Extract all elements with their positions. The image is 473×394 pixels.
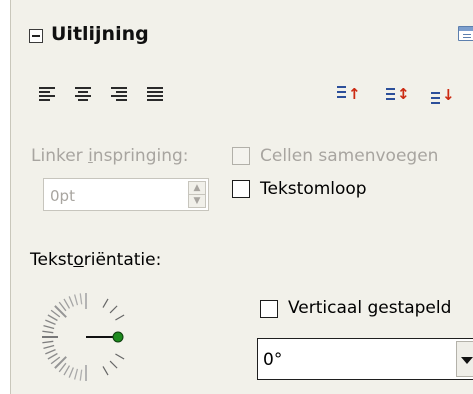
align-left-icon[interactable] bbox=[39, 86, 61, 104]
orientation-dial[interactable] bbox=[39, 290, 133, 384]
dial-tick bbox=[115, 353, 125, 360]
dial-tick bbox=[58, 362, 67, 373]
dial-tick bbox=[109, 305, 118, 314]
dial-tick bbox=[43, 344, 55, 350]
dial-tick bbox=[68, 296, 74, 307]
rotation-select-value: 0° bbox=[263, 350, 283, 370]
indent-label: Linker inspringing: bbox=[31, 146, 189, 166]
rotation-select[interactable]: 0° bbox=[257, 338, 473, 380]
orientation-label: Tekstoriëntatie: bbox=[30, 250, 162, 270]
dial-tick bbox=[58, 301, 67, 312]
dial-tick bbox=[50, 356, 61, 365]
dial-tick bbox=[102, 366, 109, 376]
dial-tick bbox=[63, 298, 71, 309]
dial-tick bbox=[43, 324, 55, 330]
merge-cells-checkbox[interactable] bbox=[232, 147, 250, 165]
spin-up-icon[interactable]: ▲ bbox=[189, 182, 205, 195]
dial-tick bbox=[63, 365, 71, 376]
wrap-text-label: Tekstomloop bbox=[260, 179, 367, 199]
dial-tick bbox=[54, 305, 67, 318]
dial-tick bbox=[68, 367, 74, 378]
align-center-icon[interactable] bbox=[75, 86, 97, 104]
indent-spin-buttons[interactable]: ▲ ▼ bbox=[188, 181, 206, 208]
stacked-vertical-checkbox[interactable] bbox=[260, 300, 278, 318]
valign-top-icon[interactable]: ↑ bbox=[335, 84, 361, 106]
dial-tick bbox=[79, 369, 83, 381]
spin-down-icon[interactable]: ▼ bbox=[189, 195, 205, 208]
panel-dock-icon[interactable] bbox=[458, 26, 473, 41]
dial-tick bbox=[45, 349, 56, 355]
dial-tick bbox=[45, 319, 56, 325]
dial-tick bbox=[47, 352, 58, 360]
dial-handle-icon bbox=[112, 331, 124, 343]
dial-tick bbox=[73, 368, 79, 380]
valign-center-icon[interactable]: ↕ bbox=[384, 84, 410, 106]
dial-tick bbox=[42, 330, 54, 334]
dial-tick bbox=[54, 356, 67, 369]
panel-title: Uitlijning bbox=[51, 23, 149, 45]
merge-cells-label: Cellen samenvoegen bbox=[260, 146, 439, 166]
dial-tick bbox=[42, 340, 54, 344]
stacked-vertical-label: Verticaal gestapeld bbox=[288, 298, 452, 318]
dial-tick bbox=[115, 314, 125, 321]
alignment-panel: Uitlijning ↑ ↕ ↓ Linker inspringing: 0pt… bbox=[10, 0, 473, 394]
indent-spinner[interactable]: 0pt ▲ ▼ bbox=[43, 178, 209, 211]
align-justify-icon[interactable] bbox=[147, 86, 169, 104]
collapse-icon[interactable] bbox=[29, 29, 43, 43]
chevron-down-icon[interactable] bbox=[456, 341, 473, 377]
dial-tick bbox=[102, 298, 109, 308]
dial-tick bbox=[47, 314, 58, 322]
left-strip bbox=[0, 0, 10, 394]
wrap-text-checkbox[interactable] bbox=[232, 180, 250, 198]
panel-header: Uitlijning bbox=[11, 0, 473, 68]
align-right-icon[interactable] bbox=[111, 86, 133, 104]
indent-value: 0pt bbox=[50, 187, 75, 205]
dial-tick bbox=[79, 293, 83, 305]
dial-tick bbox=[50, 309, 61, 318]
dial-tick bbox=[73, 294, 79, 306]
dial-tick bbox=[109, 360, 118, 369]
valign-bottom-icon[interactable]: ↓ bbox=[429, 84, 455, 106]
